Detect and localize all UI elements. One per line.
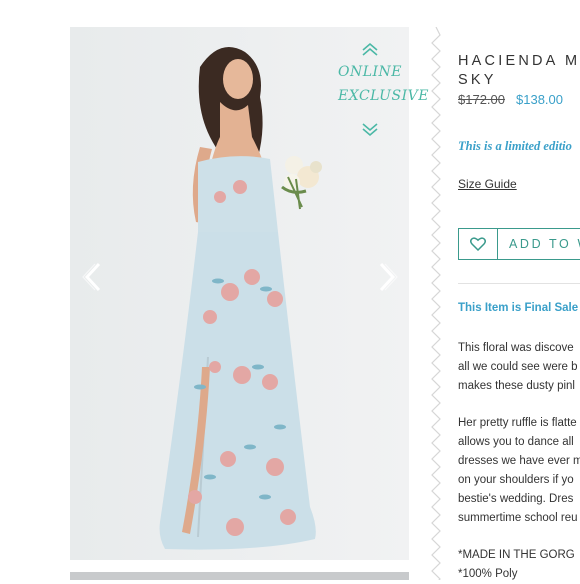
description-paragraph-3: *MADE IN THE GORG *100% Poly (458, 546, 575, 584)
description-line: dresses we have ever m (458, 455, 580, 467)
section-divider (458, 283, 580, 284)
next-image-button[interactable] (374, 262, 400, 292)
chevron-up-icon (362, 42, 378, 56)
description-line: bestie's wedding. Dres (458, 493, 574, 505)
thumbnail-strip (70, 572, 409, 580)
limited-edition-note: This is a limited editio (458, 139, 572, 153)
description-line: on your shoulders if yo (458, 474, 574, 486)
chevron-right-icon (379, 262, 398, 292)
size-guide-link[interactable]: Size Guide (458, 177, 517, 191)
description-line: summertime school reu (458, 512, 578, 524)
final-sale-notice: This Item is Final Sale (458, 302, 579, 314)
description-line: makes these dusty pinl (458, 380, 575, 392)
description-line: This floral was discove (458, 342, 574, 354)
chevron-left-icon (82, 262, 101, 292)
previous-image-button[interactable] (80, 262, 106, 292)
badge-text: ONLINE EXCLUSIVE (338, 60, 429, 108)
wishlist-label: ADD TO W (509, 237, 580, 251)
badge-line-exclusive: EXCLUSIVE (338, 88, 429, 104)
heart-icon (459, 229, 498, 259)
add-to-wishlist-button[interactable]: ADD TO W (458, 228, 580, 260)
product-title-line2: SKY (458, 72, 497, 88)
original-price: $172.00 (458, 92, 505, 107)
product-title: HACIENDA M SKY (458, 52, 580, 90)
description-line: Her pretty ruffle is flatte (458, 417, 577, 429)
sale-price: $138.00 (516, 92, 563, 107)
wavy-divider (431, 27, 441, 580)
chevron-down-icon (362, 123, 378, 137)
description-line: all we could see were b (458, 361, 578, 373)
badge-line-online: ONLINE (338, 64, 403, 80)
description-paragraph-1: This floral was discove all we could see… (458, 339, 578, 396)
description-line: *MADE IN THE GORG (458, 549, 575, 561)
description-line: *100% Poly (458, 568, 518, 580)
product-title-line1: HACIENDA M (458, 53, 580, 69)
description-paragraph-2: Her pretty ruffle is flatte allows you t… (458, 414, 580, 528)
description-line: allows you to dance all (458, 436, 574, 448)
